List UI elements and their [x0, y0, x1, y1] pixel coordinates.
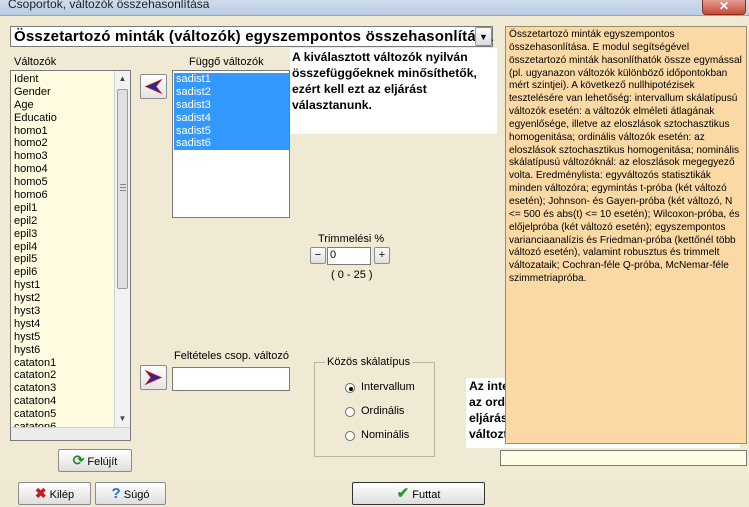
- dependent-list-item[interactable]: sadist4: [174, 111, 289, 125]
- variable-list-item[interactable]: epil2: [12, 215, 112, 228]
- title-bar: Csoportok, változók összehasonlítása ✕: [0, 0, 749, 16]
- arrow-right-icon: [144, 369, 163, 386]
- variable-list-item[interactable]: hyst5: [12, 331, 112, 344]
- variable-list-item[interactable]: hyst2: [12, 292, 112, 305]
- run-label: Futtat: [412, 489, 441, 501]
- conditional-input[interactable]: [172, 367, 290, 391]
- radio-intervallum-label: Intervallum: [361, 381, 415, 393]
- variable-list-item[interactable]: epil3: [12, 228, 112, 241]
- refresh-label: Felújít: [87, 456, 118, 468]
- analysis-type-value: Összetartozó minták (változók) egyszempo…: [14, 28, 493, 45]
- dependent-label: Függő változók: [189, 56, 264, 68]
- run-button[interactable]: ✔ Futtat: [352, 482, 485, 505]
- variable-list-item[interactable]: epil6: [12, 266, 112, 279]
- variable-list-item[interactable]: Ident: [12, 73, 112, 86]
- radio-ordinalis-label: Ordinális: [361, 405, 405, 417]
- arrow-left-icon: [144, 78, 163, 95]
- variable-list-item[interactable]: cataton3: [12, 382, 112, 395]
- trim-minus-button[interactable]: −: [310, 247, 326, 264]
- close-icon: ✕: [718, 0, 730, 13]
- window-title: Csoportok, változók összehasonlítása: [8, 0, 210, 11]
- radio-nominalis-label: Nominális: [361, 429, 410, 441]
- dependent-list-item[interactable]: sadist2: [174, 85, 289, 99]
- dependent-list[interactable]: sadist1 sadist2 sadist3 sadist4 sadist5 sadis…: [172, 70, 290, 218]
- exit-label: Kilép: [49, 489, 75, 501]
- check-icon: ✔: [396, 485, 410, 502]
- variable-list-item[interactable]: hyst6: [12, 344, 112, 357]
- remove-dependent-button[interactable]: [140, 74, 167, 99]
- scroll-down-icon[interactable]: ▼: [115, 411, 130, 427]
- trim-plus-button[interactable]: +: [374, 247, 390, 264]
- variable-list-item[interactable]: cataton4: [12, 395, 112, 408]
- trim-range: ( 0 - 25 ): [331, 269, 373, 281]
- variable-list-item[interactable]: epil4: [12, 241, 112, 254]
- radio-intervallum[interactable]: [345, 383, 355, 393]
- note-top: A kiválasztott változók nyilván összefüg…: [290, 48, 497, 134]
- variable-list-item[interactable]: hyst1: [12, 279, 112, 292]
- help-panel: Összetartozó minták egyszempontos összeh…: [505, 26, 747, 444]
- help-label: Súgó: [123, 489, 150, 501]
- variable-list-item[interactable]: hyst4: [12, 318, 112, 331]
- variable-list-item[interactable]: cataton1: [12, 357, 112, 370]
- question-icon: ?: [111, 485, 121, 502]
- variables-label: Változók: [14, 56, 57, 68]
- refresh-icon: ⟳: [72, 452, 85, 468]
- refresh-button[interactable]: ⟳ Felújít: [58, 449, 132, 472]
- variable-list-item[interactable]: cataton5: [12, 408, 112, 421]
- trim-input[interactable]: 0: [327, 247, 371, 265]
- dependent-list-item[interactable]: sadist6: [174, 137, 289, 151]
- variable-list-item[interactable]: homo2: [12, 137, 112, 150]
- trim-label: Trimmelési %: [318, 233, 385, 245]
- analysis-type-select[interactable]: Összetartozó minták (változók) egyszempo…: [10, 26, 493, 47]
- status-field: [500, 450, 747, 466]
- variables-list[interactable]: Ident Gender Age Educatio homo1 homo2 homo3 hom…: [10, 70, 131, 441]
- variable-list-item[interactable]: homo6: [12, 189, 112, 202]
- dependent-list-item[interactable]: sadist5: [174, 124, 289, 138]
- exit-button[interactable]: ✖ Kilép: [18, 482, 91, 505]
- conditional-label: Feltételes csop. változó: [174, 350, 289, 362]
- variable-list-item[interactable]: cataton2: [12, 369, 112, 382]
- variable-list-item[interactable]: Age: [12, 99, 112, 112]
- radio-ordinalis[interactable]: [345, 407, 355, 417]
- variable-list-item[interactable]: homo1: [12, 125, 112, 138]
- scale-type-legend: Közös skálatípus: [325, 356, 413, 368]
- variable-list-item[interactable]: hyst3: [12, 305, 112, 318]
- variable-list-item[interactable]: Educatio: [12, 112, 112, 125]
- close-button[interactable]: ✕: [702, 0, 746, 15]
- variables-scrollbar[interactable]: ▲ ▼: [114, 71, 130, 427]
- add-conditional-button[interactable]: [140, 365, 167, 390]
- variable-list-item[interactable]: homo4: [12, 163, 112, 176]
- dependent-list-item[interactable]: sadist1: [174, 73, 289, 86]
- variable-list-item[interactable]: epil1: [12, 202, 112, 215]
- close-x-icon: ✖: [34, 485, 47, 501]
- variable-list-item[interactable]: homo3: [12, 150, 112, 163]
- chevron-down-icon[interactable]: ▼: [475, 27, 492, 46]
- scale-type-group: Közös skálatípus Intervallum Ordinális N…: [314, 356, 435, 457]
- scroll-thumb[interactable]: [117, 89, 128, 289]
- dependent-list-item[interactable]: sadist3: [174, 98, 289, 112]
- scroll-up-icon[interactable]: ▲: [115, 71, 130, 87]
- help-button[interactable]: ? Súgó: [95, 482, 166, 505]
- variables-hscrollbar[interactable]: [11, 427, 130, 440]
- radio-nominalis[interactable]: [345, 431, 355, 441]
- variable-list-item[interactable]: epil5: [12, 253, 112, 266]
- variable-list-item[interactable]: Gender: [12, 86, 112, 99]
- variable-list-item[interactable]: homo5: [12, 176, 112, 189]
